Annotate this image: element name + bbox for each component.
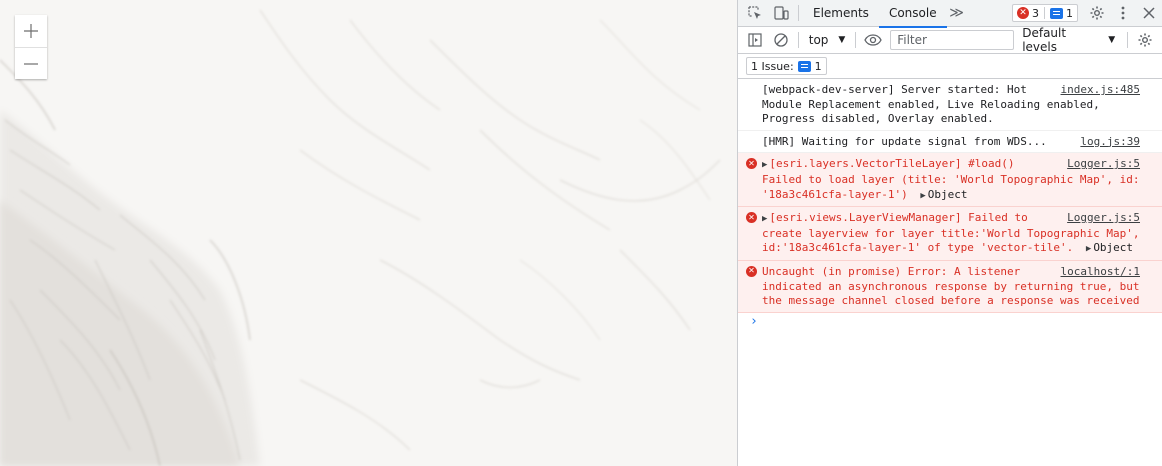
minus-icon — [24, 62, 38, 65]
expand-triangle-icon[interactable]: ▶ — [1086, 244, 1091, 254]
issues-bar: 1 Issue: 1 — [738, 54, 1162, 79]
console-message: index.js:485 [webpack-dev-server] Server… — [738, 79, 1162, 131]
toolbar-divider — [855, 32, 857, 48]
object-preview[interactable]: Object — [1093, 241, 1133, 254]
caret-down-icon: ▼ — [838, 35, 846, 45]
issues-count: 1 — [814, 59, 822, 73]
eye-icon — [864, 34, 883, 46]
clear-icon — [774, 33, 788, 47]
log-levels-label: Default levels — [1022, 26, 1067, 54]
context-selector[interactable]: top ▼ — [803, 33, 852, 47]
filter-input[interactable] — [890, 30, 1015, 50]
context-label: top — [808, 33, 829, 47]
kebab-menu-icon — [1121, 6, 1125, 20]
clear-console-button[interactable] — [768, 27, 794, 53]
error-count: 3 — [1032, 6, 1039, 20]
error-icon: ✕ — [1017, 7, 1029, 19]
message-source-link[interactable]: index.js:485 — [1057, 83, 1140, 98]
error-icon: ✕ — [746, 212, 757, 224]
close-devtools-button[interactable] — [1136, 0, 1162, 26]
gear-icon — [1090, 6, 1104, 20]
console-toolbar: top ▼ Default levels ▼ — [738, 26, 1162, 54]
terrain-relief — [0, 9, 721, 466]
sidebar-icon — [748, 33, 762, 47]
badge-divider — [1044, 7, 1045, 19]
zoom-in-button[interactable] — [15, 15, 47, 47]
device-icon — [774, 6, 789, 20]
tabbar-divider — [798, 5, 799, 21]
caret-down-icon: ▼ — [1108, 35, 1116, 45]
console-error-message[interactable]: ✕ Logger.js:5 ▶ [esri.layers.VectorTileLa… — [738, 153, 1162, 208]
issues-label: 1 Issue: — [751, 59, 794, 73]
message-text: [webpack-dev-server] Server started: Hot… — [762, 83, 1107, 126]
customize-menu-button[interactable] — [1110, 0, 1136, 26]
message-source-link[interactable]: log.js:39 — [1076, 135, 1140, 150]
tab-console[interactable]: Console — [878, 0, 947, 28]
devtools-tabbar: Elements Console ≫ ✕ 3 1 — [738, 0, 1162, 28]
close-icon — [1143, 7, 1155, 19]
zoom-control — [15, 15, 47, 79]
console-messages: index.js:485 [webpack-dev-server] Server… — [738, 79, 1162, 333]
message-count: 1 — [1066, 6, 1073, 20]
sidebar-toggle-button[interactable] — [742, 27, 768, 53]
issue-counters[interactable]: ✕ 3 1 — [1012, 4, 1078, 22]
tab-elements[interactable]: Elements — [803, 0, 879, 27]
log-levels-dropdown[interactable]: Default levels ▼ — [1014, 26, 1123, 54]
live-expression-button[interactable] — [860, 27, 886, 53]
console-error-message[interactable]: ✕ Logger.js:5 ▶ [esri.views.LayerViewMana… — [738, 207, 1162, 261]
console-settings-button[interactable] — [1132, 27, 1158, 53]
zoom-out-button[interactable] — [15, 47, 47, 79]
expand-triangle-icon[interactable]: ▶ — [920, 191, 925, 201]
more-tabs-button[interactable]: ≫ — [947, 0, 967, 26]
message-icon — [797, 60, 811, 72]
console-prompt[interactable]: › — [738, 313, 1162, 333]
message-icon — [1050, 7, 1063, 19]
prompt-chevron-icon: › — [750, 313, 758, 329]
expand-triangle-icon[interactable]: ▶ — [762, 214, 767, 224]
error-icon: ✕ — [746, 158, 757, 170]
toolbar-divider — [797, 32, 799, 48]
inspect-icon — [748, 6, 761, 19]
issues-button[interactable]: 1 Issue: 1 — [746, 57, 827, 75]
message-text: [HMR] Waiting for update signal from WDS… — [762, 134, 1047, 148]
chevron-double-right-icon: ≫ — [949, 5, 964, 21]
settings-button[interactable] — [1084, 0, 1110, 26]
plus-icon — [24, 24, 38, 38]
message-source-link[interactable]: Logger.js:5 — [1063, 211, 1140, 226]
expand-triangle-icon[interactable]: ▶ — [762, 160, 767, 170]
message-source-link[interactable]: localhost/:1 — [1056, 264, 1140, 280]
console-message: log.js:39 [HMR] Waiting for update signa… — [738, 131, 1162, 154]
toolbar-divider — [1127, 32, 1129, 48]
inspect-element-button[interactable] — [742, 0, 768, 26]
map-view[interactable] — [0, 0, 737, 466]
device-toolbar-button[interactable] — [768, 0, 794, 26]
console-error-message[interactable]: ✕ localhost/:1 Uncaught (in promise) Err… — [738, 260, 1162, 313]
object-preview[interactable]: Object — [928, 188, 968, 201]
devtools-panel: Elements Console ≫ ✕ 3 1 top ▼ Filter De… — [737, 0, 1162, 466]
gear-icon — [1138, 33, 1152, 47]
error-icon: ✕ — [746, 265, 757, 277]
message-source-link[interactable]: Logger.js:5 — [1063, 157, 1140, 172]
